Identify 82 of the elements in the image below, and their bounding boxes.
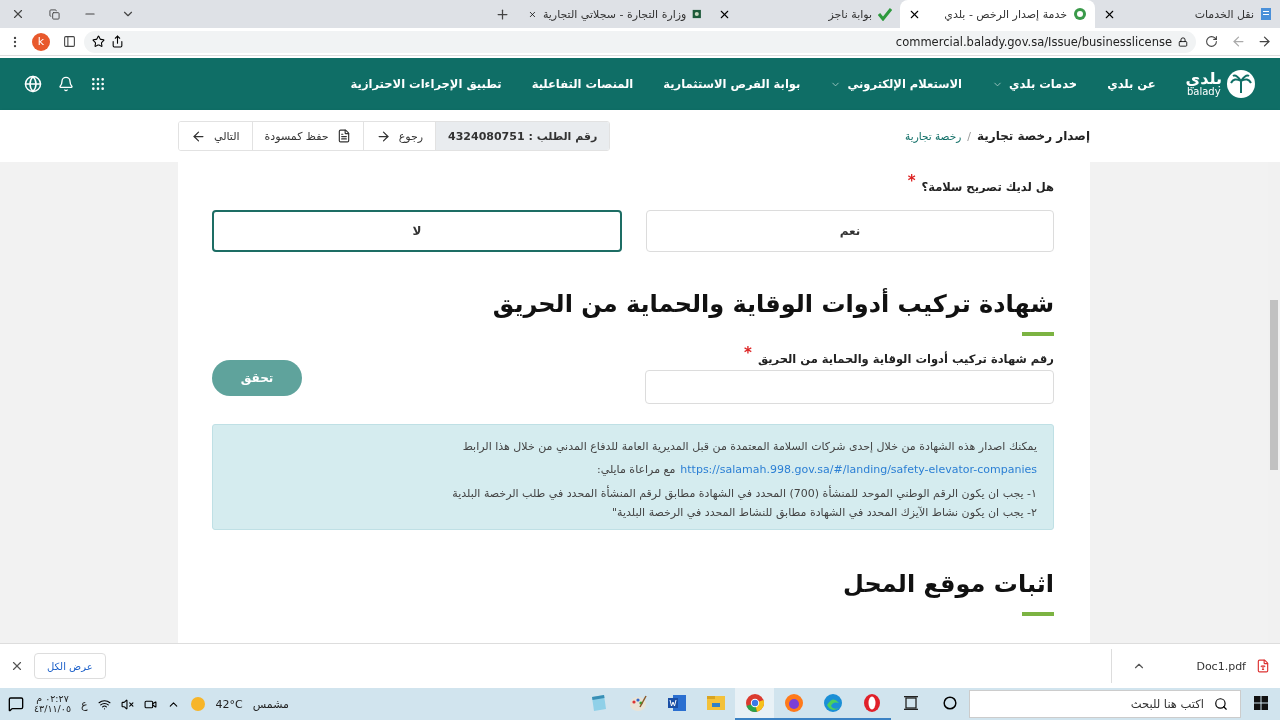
clock-time: ٠٢:٢٧ م bbox=[36, 693, 69, 704]
taskbar-search-field[interactable]: اكتب هنا للبحث bbox=[969, 690, 1241, 718]
section-title: اثبات موقع المحل bbox=[842, 570, 1054, 598]
browser-tab[interactable]: بوابة ناجز bbox=[710, 0, 900, 28]
breadcrumb-link[interactable]: رخصة تجارية bbox=[905, 130, 962, 142]
search-icon bbox=[1214, 697, 1228, 711]
reload-icon[interactable] bbox=[1204, 35, 1218, 48]
windows-logo-icon bbox=[1253, 696, 1268, 710]
tab-title: وزارة التجارة - سجلاتي التجارية bbox=[542, 7, 687, 21]
option-button[interactable]: نعم bbox=[646, 210, 1054, 252]
nav-link[interactable]: تطبيق الإجراءات الاحترازية bbox=[350, 77, 502, 91]
browser-tab[interactable]: وزارة التجارة - سجلاتي التجارية bbox=[520, 0, 710, 28]
speaker-muted-icon[interactable] bbox=[120, 697, 134, 711]
lock-icon bbox=[1178, 36, 1188, 47]
info-item: ١- يجب ان يكون الرقم الوطني الموحد للمنشأة (700) المحدد في الشهادة مطابق لرقم المنشأة المحدد في طلب الرخصة البلدية bbox=[451, 487, 1037, 500]
notification-icon[interactable] bbox=[8, 696, 24, 712]
star-icon[interactable] bbox=[92, 35, 105, 48]
info-item: ٢- يجب ان يكون نشاط الآيزك المحدد في الشهادة مطابق للنشاط المحدد في الرخصة البلدية" bbox=[610, 506, 1037, 519]
address-field[interactable]: commercial.balady.gov.sa/Issue/businesslicense bbox=[84, 30, 1196, 53]
download-file-name[interactable]: Doc1.pdf bbox=[1196, 659, 1246, 673]
palm-logo-icon bbox=[1226, 69, 1256, 99]
word-icon bbox=[666, 694, 687, 712]
arrow-right-icon[interactable] bbox=[1256, 34, 1272, 49]
chrome-icon bbox=[744, 693, 765, 713]
logo-text: بلدي bbox=[1185, 71, 1222, 87]
nav-link[interactable]: المنصات التفاعلية bbox=[531, 77, 634, 91]
palette-icon bbox=[627, 693, 648, 713]
profile-avatar[interactable]: k bbox=[32, 32, 50, 51]
language-indicator: ع bbox=[81, 697, 88, 711]
question-label: هل لديك تصريح سلامة؟ bbox=[921, 180, 1054, 194]
new-tab-icon[interactable] bbox=[494, 6, 510, 22]
document-icon bbox=[336, 129, 351, 143]
weather-text: مشمس bbox=[252, 697, 289, 711]
search-placeholder: اكتب هنا للبحث bbox=[1130, 697, 1204, 711]
required-mark: * bbox=[744, 346, 752, 361]
document-icon bbox=[1260, 7, 1272, 21]
task-view-icon bbox=[902, 695, 919, 711]
opera-icon bbox=[861, 693, 882, 713]
page-title: إصدار رخصة تجارية bbox=[976, 129, 1090, 143]
nav-link[interactable]: خدمات بلدي bbox=[992, 77, 1078, 91]
arrow-right-icon bbox=[375, 128, 391, 144]
firefox-icon bbox=[783, 693, 804, 713]
side-panel-icon[interactable] bbox=[62, 35, 76, 48]
edge-icon bbox=[822, 693, 843, 713]
required-mark: * bbox=[907, 174, 916, 189]
wifi-icon[interactable] bbox=[97, 697, 111, 711]
circle-icon bbox=[942, 696, 957, 710]
tab-title: نقل الخدمات bbox=[1194, 7, 1254, 21]
nav-link[interactable]: الاستعلام الإلكتروني bbox=[830, 77, 962, 91]
nav-link[interactable]: عن بلدي bbox=[1107, 77, 1156, 91]
breadcrumb-separator: / bbox=[967, 129, 971, 143]
bell-icon[interactable] bbox=[58, 76, 74, 92]
url-text: commercial.balady.gov.sa/Issue/businesslicense bbox=[895, 34, 1172, 49]
field-label: رقم شهادة تركيب أدوات الوقاية والحماية من الحريق bbox=[757, 352, 1054, 366]
certificate-number-field[interactable] bbox=[645, 370, 1054, 404]
clock-date: ٤٣/١١/٠٥ bbox=[34, 704, 72, 715]
logo-subtext: balady bbox=[1186, 87, 1221, 97]
show-all-button[interactable]: عرض الكل bbox=[34, 653, 106, 679]
title-underline bbox=[1022, 612, 1054, 616]
nav-link[interactable]: بوابة الفرص الاستثمارية bbox=[663, 77, 801, 91]
next-button[interactable]: التالي bbox=[179, 122, 253, 150]
browser-tab[interactable]: خدمة إصدار الرخص - بلدي bbox=[900, 0, 1095, 28]
sun-icon bbox=[189, 696, 206, 712]
tab-title: خدمة إصدار الرخص - بلدي bbox=[944, 7, 1067, 21]
close-icon[interactable] bbox=[11, 7, 25, 21]
close-icon[interactable] bbox=[10, 659, 24, 673]
check-icon bbox=[878, 7, 892, 21]
folder-icon bbox=[705, 694, 726, 712]
globe-icon bbox=[1073, 7, 1087, 21]
apps-grid-icon[interactable] bbox=[90, 76, 106, 92]
title-underline bbox=[1022, 332, 1054, 336]
section-title: شهادة تركيب أدوات الوقاية والحماية من الحريق bbox=[491, 290, 1054, 318]
share-icon[interactable] bbox=[111, 35, 124, 48]
emblem-icon bbox=[692, 7, 702, 21]
request-number: رقم الطلب : 4324080751 bbox=[436, 122, 610, 150]
option-button[interactable]: لا bbox=[212, 210, 622, 252]
pdf-file-icon bbox=[1256, 659, 1270, 673]
globe-icon[interactable] bbox=[24, 75, 42, 93]
tab-title: بوابة ناجز bbox=[828, 7, 872, 21]
restore-icon[interactable] bbox=[48, 8, 60, 20]
browser-tab[interactable]: نقل الخدمات bbox=[1095, 0, 1280, 28]
temperature: 42°C bbox=[215, 697, 243, 711]
